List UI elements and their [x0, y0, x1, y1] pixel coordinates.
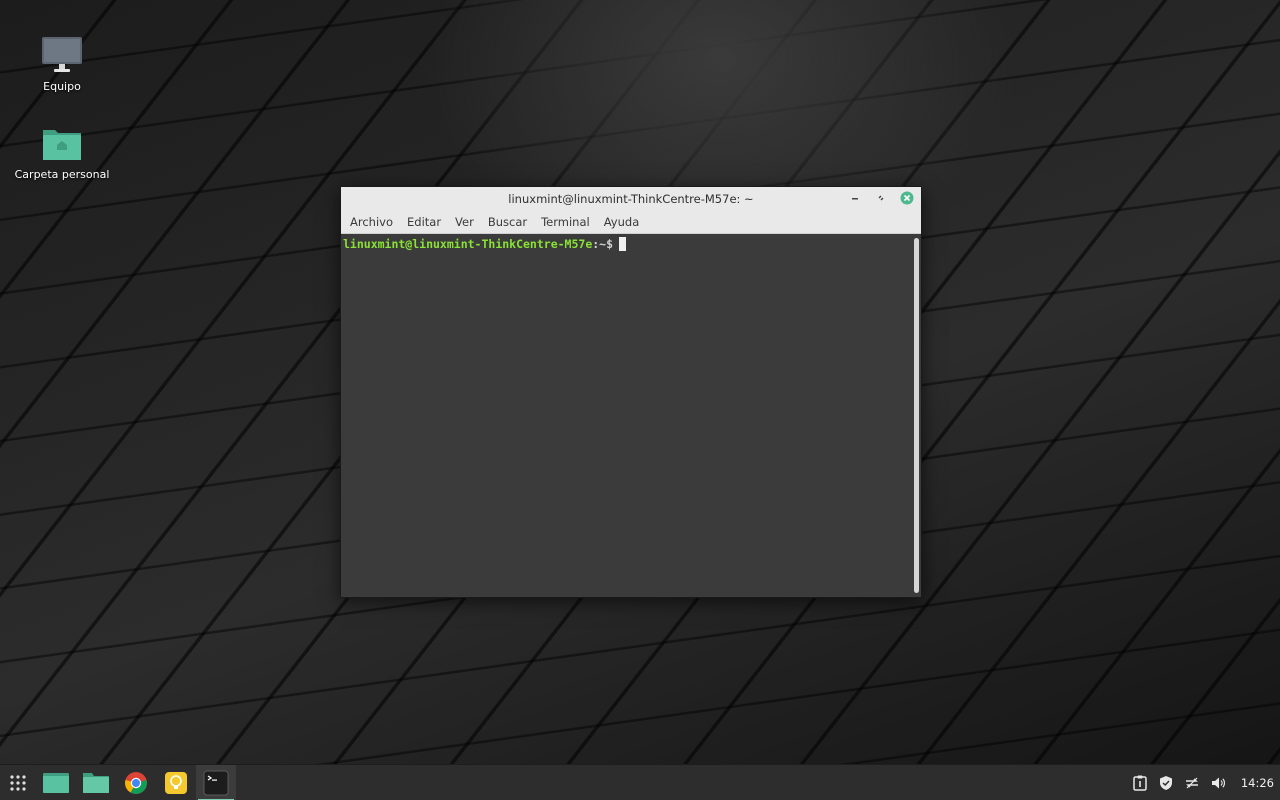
chrome-icon	[125, 771, 147, 794]
prompt-path: :~$	[592, 237, 614, 251]
volume-icon	[1211, 777, 1225, 789]
maximize-icon	[878, 195, 884, 201]
taskbar-lightbulb[interactable]	[156, 765, 196, 800]
terminal-area[interactable]: linuxmint@linuxmint-ThinkCentre-M57e:~$	[341, 234, 921, 597]
tray-clipboard[interactable]	[1131, 774, 1149, 792]
prompt-user-host: linuxmint@linuxmint-ThinkCentre-M57e	[343, 237, 593, 251]
network-icon	[1185, 777, 1198, 789]
desktop-icon-equipo[interactable]: Equipo	[7, 36, 117, 93]
menu-ver[interactable]: Ver	[448, 215, 481, 229]
menu-buscar[interactable]: Buscar	[481, 215, 534, 229]
terminal-icon	[203, 770, 229, 795]
menu-archivo[interactable]: Archivo	[343, 215, 400, 229]
taskbar: 14:26	[0, 764, 1280, 800]
tray-network[interactable]	[1183, 774, 1201, 792]
taskbar-terminal[interactable]	[196, 764, 236, 800]
menu-ayuda[interactable]: Ayuda	[597, 215, 647, 229]
app-menu-button[interactable]	[0, 765, 36, 800]
close-button[interactable]	[899, 190, 915, 206]
window-title: linuxmint@linuxmint-ThinkCentre-M57e: ~	[508, 192, 754, 206]
folder-icon	[83, 772, 109, 793]
terminal-scrollbar[interactable]	[914, 238, 919, 593]
desktop-icon-label: Carpeta personal	[14, 168, 110, 181]
home-folder-icon	[43, 130, 81, 160]
desktop-icon-carpeta-personal[interactable]: Carpeta personal	[7, 126, 117, 181]
file-manager-icon	[43, 772, 69, 793]
prompt-line: linuxmint@linuxmint-ThinkCentre-M57e:~$	[343, 237, 627, 251]
tray-volume[interactable]	[1209, 774, 1227, 792]
menu-terminal[interactable]: Terminal	[534, 215, 597, 229]
text-cursor	[619, 237, 627, 251]
taskbar-folder[interactable]	[76, 765, 116, 800]
system-tray: 14:26	[1131, 765, 1280, 800]
minimize-button[interactable]	[847, 190, 863, 206]
maximize-button[interactable]	[873, 190, 889, 206]
desktop-icon-label: Equipo	[43, 80, 81, 93]
computer-icon	[42, 37, 82, 72]
menu-editar[interactable]: Editar	[400, 215, 448, 229]
window-menubar: Archivo Editar Ver Buscar Terminal Ayuda	[341, 211, 921, 234]
menu-grid-icon	[10, 774, 26, 791]
taskbar-chrome[interactable]	[116, 765, 156, 800]
lightbulb-icon	[165, 771, 187, 794]
close-icon	[900, 191, 914, 205]
taskbar-file-manager[interactable]	[36, 765, 76, 800]
shield-icon	[1159, 776, 1172, 790]
minimize-icon	[852, 198, 858, 200]
window-controls	[847, 190, 915, 206]
window-titlebar[interactable]: linuxmint@linuxmint-ThinkCentre-M57e: ~	[341, 187, 921, 211]
terminal-window[interactable]: linuxmint@linuxmint-ThinkCentre-M57e: ~	[340, 186, 922, 598]
clipboard-icon	[1133, 775, 1147, 791]
tray-shield[interactable]	[1157, 774, 1175, 792]
clock[interactable]: 14:26	[1241, 776, 1274, 790]
